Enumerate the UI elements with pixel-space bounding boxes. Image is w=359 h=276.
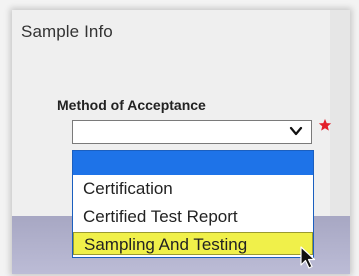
mouse-cursor-icon — [300, 246, 316, 269]
method-of-acceptance-select[interactable] — [72, 120, 312, 144]
star-icon — [318, 118, 332, 131]
method-of-acceptance-dropdown-list: Certification Certified Test Report Samp… — [72, 150, 314, 258]
dropdown-option-certified-test-report[interactable]: Certified Test Report — [73, 205, 313, 228]
panel-title: Sample Info — [21, 22, 113, 41]
dropdown-option-blank[interactable] — [73, 151, 313, 175]
method-of-acceptance-label: Method of Acceptance — [57, 97, 206, 113]
dropdown-option-certification[interactable]: Certification — [73, 177, 313, 200]
dropdown-option-sampling-and-testing[interactable]: Sampling And Testing — [73, 232, 313, 255]
chevron-down-icon — [289, 126, 303, 136]
